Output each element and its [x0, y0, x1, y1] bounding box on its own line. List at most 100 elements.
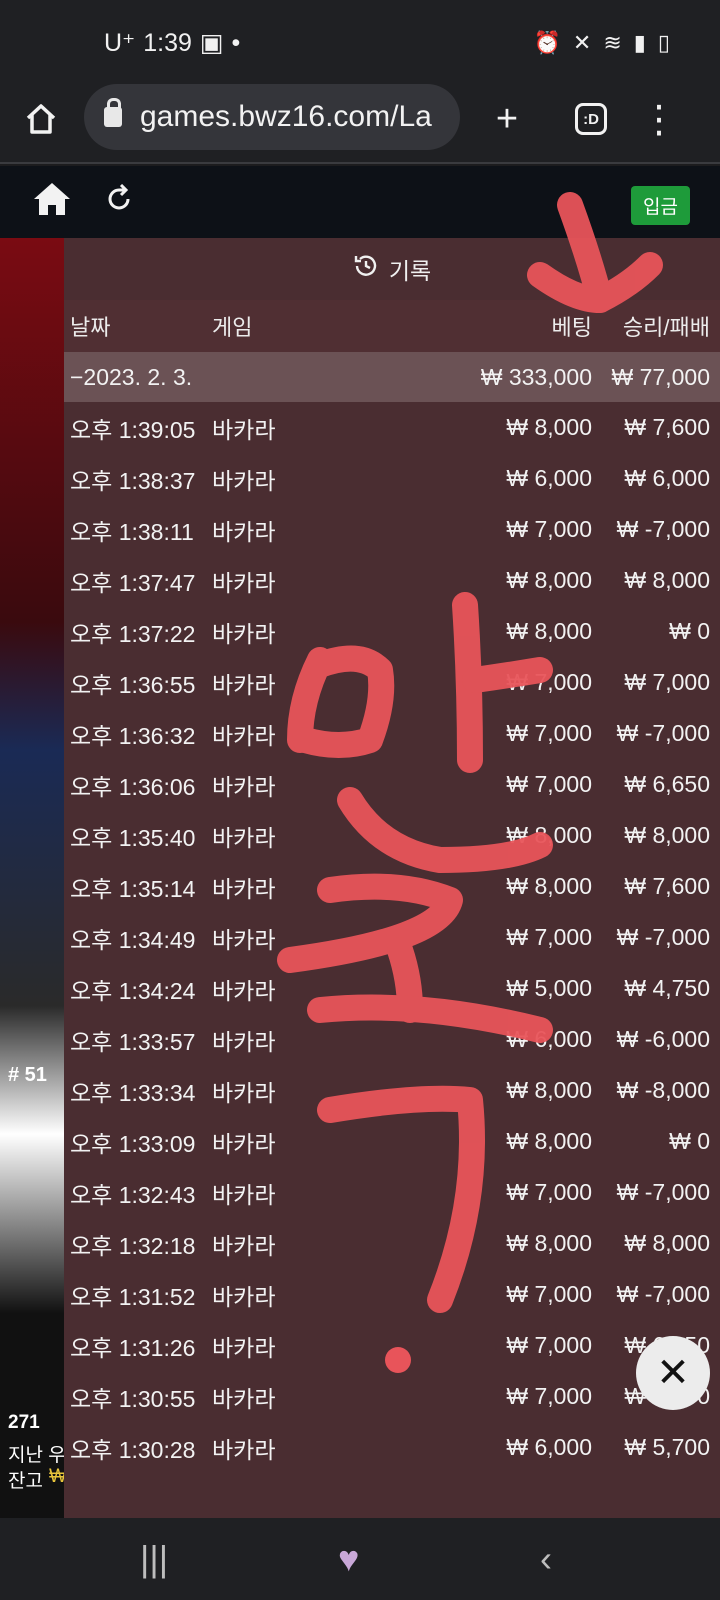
- row-result: ₩ -7,000: [616, 924, 710, 950]
- row-time: 오후 1:37:47: [70, 569, 196, 596]
- history-row: 오후 1:39:05 바카라 ₩ 8,000 ₩ 7,600: [64, 402, 720, 453]
- row-bet: ₩ 8,000: [506, 822, 592, 848]
- row-time: 오후 1:31:26: [70, 1334, 196, 1361]
- browser-home-icon[interactable]: [16, 94, 66, 144]
- row-bet: ₩ 7,000: [506, 1332, 592, 1358]
- row-time: 오후 1:32:43: [70, 1181, 196, 1208]
- row-game: 바카라: [212, 416, 276, 443]
- browser-toolbar: games.bwz16.com/La + :D ⋮: [0, 84, 720, 164]
- balance-label: 잔고: [8, 1471, 43, 1492]
- row-game: 바카라: [212, 467, 276, 494]
- row-result: ₩ -6,000: [616, 1026, 710, 1052]
- row-result: ₩ -7,000: [616, 1179, 710, 1205]
- game-top-bar: 입금: [0, 166, 720, 238]
- row-game: 바카라: [212, 926, 276, 953]
- row-time: 오후 1:38:37: [70, 467, 196, 494]
- row-result: ₩ 8,000: [624, 822, 710, 848]
- history-row: 오후 1:36:32 바카라 ₩ 7,000 ₩ -7,000: [64, 708, 720, 759]
- menu-icon[interactable]: ⋮: [634, 94, 684, 144]
- row-game: 바카라: [212, 671, 276, 698]
- row-result: ₩ 6,000: [624, 465, 710, 491]
- row-time: 오후 1:34:24: [70, 977, 196, 1004]
- tab-switcher-button[interactable]: :D: [566, 94, 616, 144]
- system-nav-bar: ||| ♥ ‹: [0, 1518, 720, 1600]
- heart-icon[interactable]: ♥: [338, 1538, 359, 1580]
- mute-icon: ✕: [572, 30, 592, 55]
- battery-icon: ▯: [657, 30, 670, 55]
- row-bet: ₩ 7,000: [506, 516, 592, 542]
- row-bet: ₩ 7,000: [506, 1281, 592, 1307]
- history-row: 오후 1:33:09 바카라 ₩ 8,000 ₩ 0: [64, 1116, 720, 1167]
- row-bet: ₩ 8,000: [506, 1077, 592, 1103]
- row-result: ₩ 6,650: [624, 771, 710, 797]
- history-rows: 오후 1:39:05 바카라 ₩ 8,000 ₩ 7,600 오후 1:38:37 바카라…: [64, 402, 720, 1473]
- deposit-button[interactable]: 입금: [631, 186, 690, 225]
- carrier-label: U⁺: [104, 29, 136, 57]
- back-icon[interactable]: ‹: [540, 1538, 552, 1580]
- row-bet: ₩ 7,000: [506, 1179, 592, 1205]
- row-result: ₩ 7,600: [624, 414, 710, 440]
- status-bar: U⁺ 1:39 ▣ • ⏰ ✕ ≋ ▮ ▯: [0, 0, 720, 84]
- alarm-icon: ⏰: [533, 30, 561, 55]
- lock-icon: [104, 98, 122, 127]
- history-row: 오후 1:33:34 바카라 ₩ 8,000 ₩ -8,000: [64, 1065, 720, 1116]
- row-game: 바카라: [212, 977, 276, 1004]
- row-time: 오후 1:35:14: [70, 875, 196, 902]
- date-summary-row[interactable]: −2023. 2. 3. ₩ 333,000 ₩ 77,000: [64, 352, 720, 402]
- row-time: 오후 1:33:57: [70, 1028, 196, 1055]
- history-row: 오후 1:38:11 바카라 ₩ 7,000 ₩ -7,000: [64, 504, 720, 555]
- row-bet: ₩ 7,000: [506, 669, 592, 695]
- row-bet: ₩ 6,000: [506, 1434, 592, 1460]
- row-game: 바카라: [212, 620, 276, 647]
- history-row: 오후 1:34:24 바카라 ₩ 5,000 ₩ 4,750: [64, 963, 720, 1014]
- row-game: 바카라: [212, 773, 276, 800]
- row-bet: ₩ 7,000: [506, 771, 592, 797]
- row-result: ₩ 7,600: [624, 873, 710, 899]
- row-game: 바카라: [212, 1130, 276, 1157]
- row-game: 바카라: [212, 875, 276, 902]
- row-result: ₩ -7,000: [616, 516, 710, 542]
- home-icon[interactable]: [32, 180, 72, 223]
- clock: 1:39: [143, 28, 192, 57]
- row-result: ₩ 0: [669, 618, 710, 644]
- table-header: 날짜 게임 베팅 승리/패배: [64, 300, 720, 352]
- row-game: 바카라: [212, 1181, 276, 1208]
- last-win-label: 지난 우: [8, 1445, 66, 1466]
- address-bar[interactable]: games.bwz16.com/La: [84, 84, 460, 150]
- row-result: ₩ -8,000: [616, 1077, 710, 1103]
- row-time: 오후 1:30:55: [70, 1385, 196, 1412]
- row-bet: ₩ 8,000: [506, 414, 592, 440]
- history-header: 기록: [64, 238, 720, 300]
- row-game: 바카라: [212, 824, 276, 851]
- row-result: ₩ 7,000: [624, 669, 710, 695]
- row-result: ₩ 8,000: [624, 1230, 710, 1256]
- player-count: 271: [8, 1412, 40, 1433]
- new-tab-icon[interactable]: +: [482, 94, 532, 144]
- row-time: 오후 1:36:06: [70, 773, 196, 800]
- history-title: 기록: [388, 258, 432, 284]
- row-time: 오후 1:30:28: [70, 1436, 196, 1463]
- close-icon[interactable]: ✕: [636, 1336, 710, 1410]
- row-time: 오후 1:31:52: [70, 1283, 196, 1310]
- row-game: 바카라: [212, 1079, 276, 1106]
- row-result: ₩ 8,000: [624, 567, 710, 593]
- row-bet: ₩ 7,000: [506, 720, 592, 746]
- row-time: 오후 1:39:05: [70, 416, 196, 443]
- row-game: 바카라: [212, 1232, 276, 1259]
- reload-icon[interactable]: [104, 183, 134, 219]
- round-number: # 51: [8, 1064, 47, 1086]
- column-game: 게임: [212, 315, 253, 340]
- recents-icon[interactable]: |||: [140, 1538, 168, 1580]
- history-row: 오후 1:32:18 바카라 ₩ 8,000 ₩ 8,000: [64, 1218, 720, 1269]
- row-bet: ₩ 6,000: [506, 465, 592, 491]
- row-time: 오후 1:36:55: [70, 671, 196, 698]
- history-row: 오후 1:31:52 바카라 ₩ 7,000 ₩ -7,000: [64, 1269, 720, 1320]
- history-panel: 기록 날짜 게임 베팅 승리/패배 −2023. 2. 3. ₩ 333,000…: [64, 238, 720, 1518]
- row-bet: ₩ 5,000: [506, 975, 592, 1001]
- row-bet: ₩ 8,000: [506, 873, 592, 899]
- history-row: 오후 1:37:22 바카라 ₩ 8,000 ₩ 0: [64, 606, 720, 657]
- history-row: 오후 1:38:37 바카라 ₩ 6,000 ₩ 6,000: [64, 453, 720, 504]
- history-row: 오후 1:34:49 바카라 ₩ 7,000 ₩ -7,000: [64, 912, 720, 963]
- history-row: 오후 1:36:55 바카라 ₩ 7,000 ₩ 7,000: [64, 657, 720, 708]
- row-time: 오후 1:33:09: [70, 1130, 196, 1157]
